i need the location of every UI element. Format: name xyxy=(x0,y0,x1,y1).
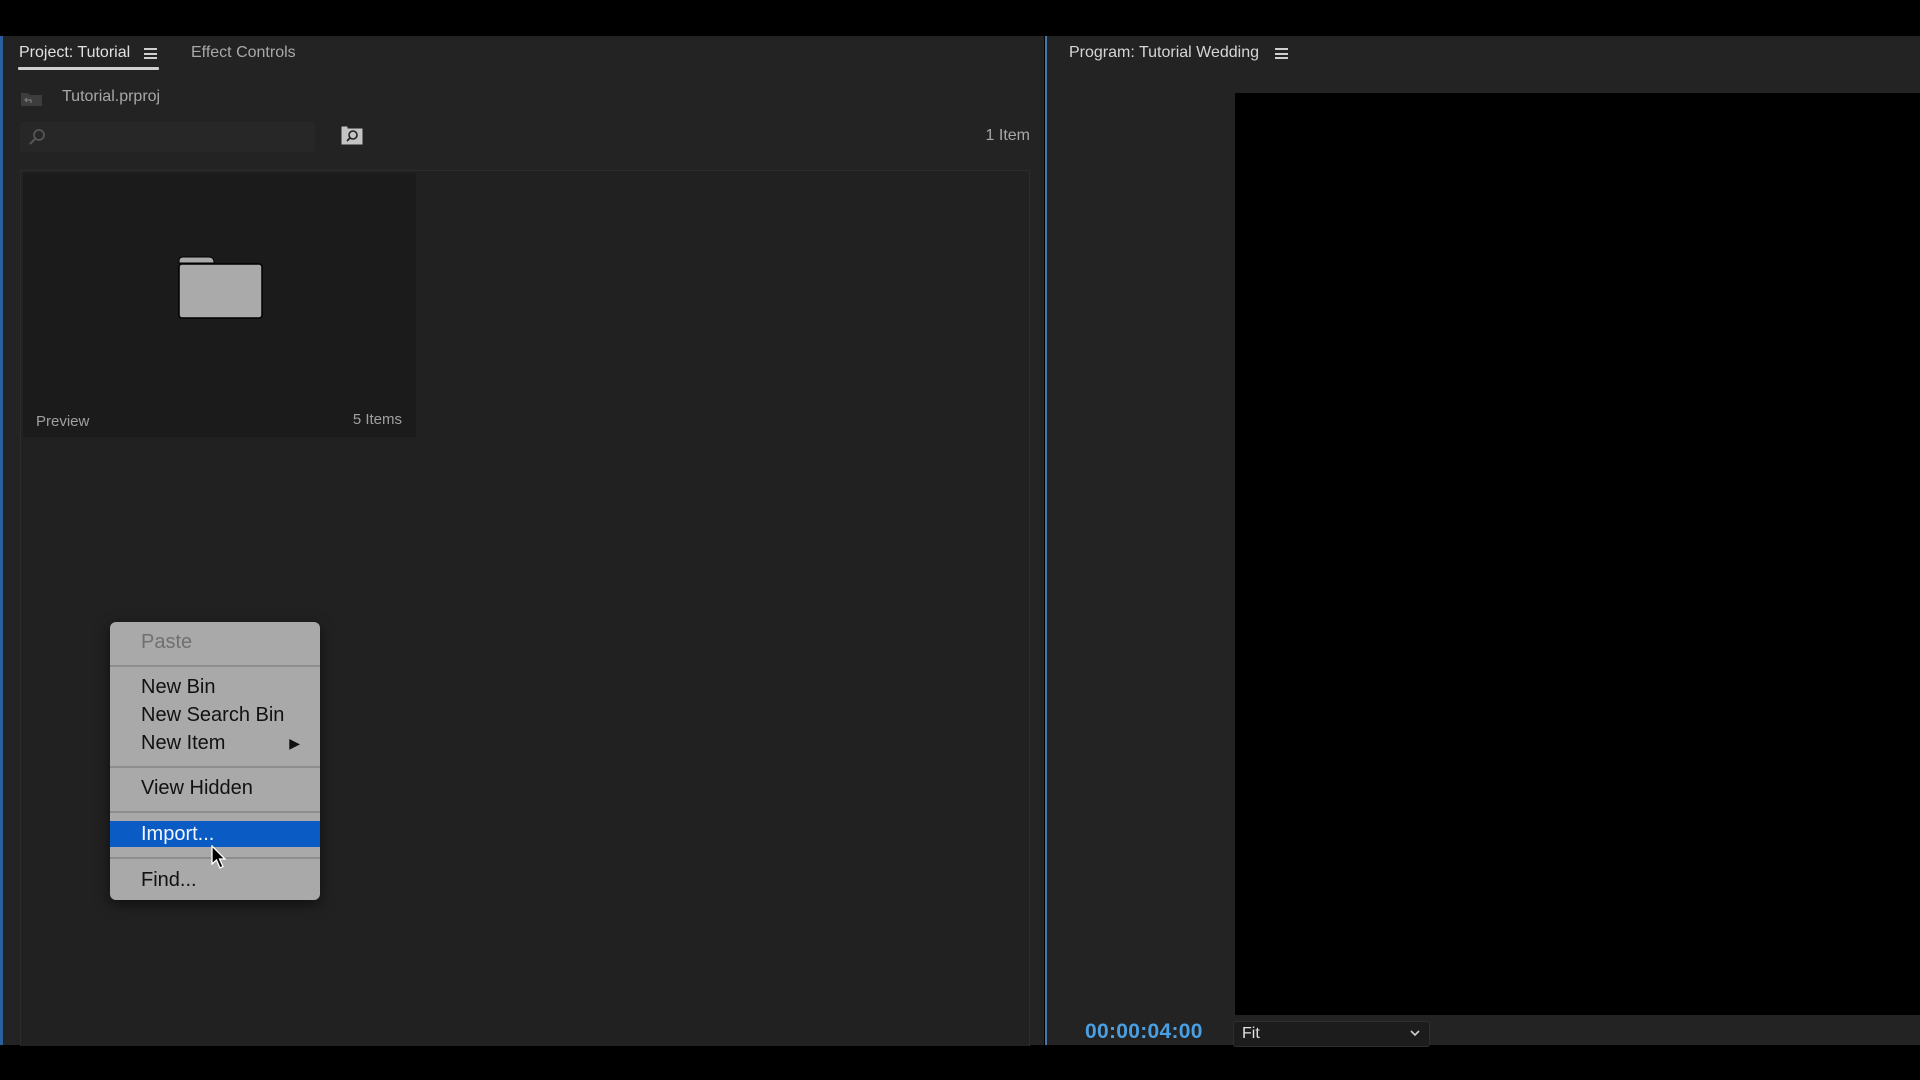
mouse-cursor-icon xyxy=(211,845,227,869)
playhead-timecode[interactable]: 00:00:04:00 xyxy=(1085,1020,1203,1044)
menu-item-paste: Paste xyxy=(141,631,193,653)
video-preview[interactable] xyxy=(1235,93,1920,1015)
bin-item-count: 5 Items xyxy=(352,411,402,428)
new-search-bin-icon[interactable] xyxy=(340,124,364,146)
search-icon xyxy=(29,129,45,145)
panel-menu-icon[interactable] xyxy=(144,48,157,59)
menu-item-new-bin[interactable]: New Bin xyxy=(110,674,320,700)
menu-item-label: New Item xyxy=(141,732,226,754)
folder-icon xyxy=(178,256,263,319)
program-monitor-panel: Program: Tutorial Wedding 00:00:04:00 Fi… xyxy=(1045,36,1920,1047)
active-panel-indicator xyxy=(0,36,3,1045)
folder-up-icon[interactable] xyxy=(20,90,43,107)
submenu-arrow-icon: ▶ xyxy=(289,735,300,751)
menu-item-new-search-bin[interactable]: New Search Bin xyxy=(110,702,320,728)
zoom-level-value: Fit xyxy=(1242,1025,1260,1042)
search-input[interactable] xyxy=(20,122,315,152)
menu-item-import[interactable]: Import... xyxy=(110,821,320,847)
item-count: 1 Item xyxy=(985,127,1030,144)
chevron-down-icon xyxy=(1410,1030,1420,1037)
bin-tile[interactable]: Preview 5 Items xyxy=(23,173,416,437)
bin-name[interactable]: Preview xyxy=(36,413,89,430)
panel-menu-icon[interactable] xyxy=(1275,48,1288,59)
zoom-level-select[interactable]: Fit xyxy=(1233,1021,1430,1047)
menu-item-view-hidden[interactable]: View Hidden xyxy=(110,775,320,801)
project-content-area[interactable]: Preview 5 Items xyxy=(20,170,1030,1046)
tab-project[interactable]: Project: Tutorial xyxy=(19,44,130,62)
project-file-name: Tutorial.prproj xyxy=(62,88,161,105)
tab-effect-controls[interactable]: Effect Controls xyxy=(191,44,296,62)
menu-item-new-item[interactable]: New Item ▶ xyxy=(110,730,320,756)
menu-separator xyxy=(110,766,320,768)
panel-divider[interactable] xyxy=(1045,36,1047,1045)
menu-separator xyxy=(110,811,320,813)
menu-separator xyxy=(110,665,320,667)
program-monitor-title[interactable]: Program: Tutorial Wedding xyxy=(1069,44,1259,62)
active-tab-underline xyxy=(18,67,159,70)
